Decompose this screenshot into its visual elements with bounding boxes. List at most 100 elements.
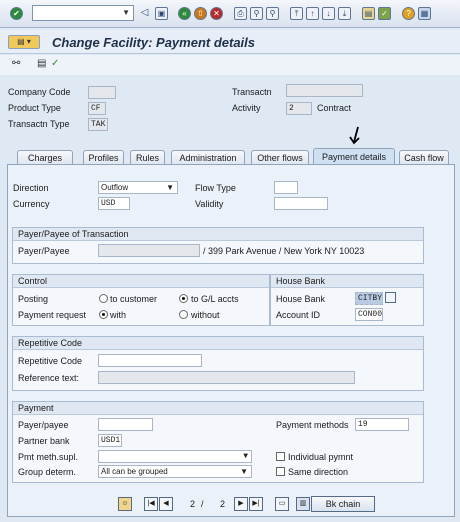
shortcut-icon[interactable]: ▤ <box>362 7 375 20</box>
display-change-icon[interactable]: ⚯ <box>12 58 20 69</box>
first-page-icon[interactable]: ⚲ <box>266 7 279 20</box>
transactn-label: Transactn <box>232 87 272 97</box>
tab-cash-flow[interactable]: Cash flow <box>399 150 449 165</box>
payment-methods-field[interactable]: 19 <box>355 418 409 431</box>
tab-payment-details[interactable]: Payment details <box>313 148 395 165</box>
without-label: without <box>191 310 220 320</box>
back-icon[interactable]: ◁ <box>138 7 151 20</box>
same-direction-label: Same direction <box>288 467 349 477</box>
chevron-down-icon[interactable]: ▼ <box>243 451 248 462</box>
page-current: 2 <box>190 499 196 509</box>
system-toolbar: ✔ ▼ ◁ ▣ « ⇧ ✕ ⎙ ⚲ ⚲ ⤒ ↑ ↓ ⤓ ▤ ✓ ? ▦ <box>0 0 460 28</box>
document-icon[interactable]: ▭ <box>275 497 289 511</box>
bank-icon[interactable]: ▥ <box>296 497 310 511</box>
tab-profiles[interactable]: Profiles <box>83 150 124 165</box>
find-icon[interactable]: ⎙ <box>234 7 247 20</box>
control-group-title: Control <box>13 275 269 288</box>
layout-icon[interactable]: ? <box>402 7 415 20</box>
payer-payee-payment-label: Payer/payee <box>18 420 69 430</box>
print-icon[interactable]: ✕ <box>210 7 223 20</box>
group-determ-dropdown[interactable]: All can be grouped ▼ <box>98 465 252 478</box>
payer-address: / 399 Park Avenue / New York NY 10023 <box>203 246 365 256</box>
payment-methods-label: Payment methods <box>276 420 349 430</box>
find-next-icon[interactable]: ⚲ <box>250 7 263 20</box>
product-type-field[interactable]: CF <box>88 102 106 115</box>
title-bar: ▤ ▾ Change Facility: Payment details <box>0 30 460 54</box>
flow-type-label: Flow Type <box>195 183 236 193</box>
with-label: with <box>110 310 127 320</box>
search-help-icon[interactable] <box>385 292 396 303</box>
next-page-icon[interactable]: ▶ <box>234 497 248 511</box>
menu-icon[interactable]: ▤ ▾ <box>8 35 40 49</box>
page-title: Change Facility: Payment details <box>52 35 256 50</box>
last-page-icon[interactable]: ↓ <box>322 7 335 20</box>
bk-chain-button[interactable]: Bk chain <box>311 496 375 512</box>
activity-label: Activity <box>232 103 261 113</box>
currency-label: Currency <box>13 199 50 209</box>
command-field[interactable]: ▼ <box>32 5 134 21</box>
house-bank-field[interactable]: CITBY <box>355 292 383 305</box>
individual-pymnt-checkbox[interactable] <box>276 452 285 461</box>
radio-without[interactable] <box>179 310 188 319</box>
enter-icon[interactable]: ✔ <box>10 7 23 20</box>
radio-to-customer[interactable] <box>99 294 108 303</box>
payer-payee-payment-field[interactable] <box>98 418 153 431</box>
same-direction-checkbox[interactable] <box>276 467 285 476</box>
chevron-down-icon[interactable]: ▼ <box>240 466 248 477</box>
application-toolbar: ⚯ ▤ ✓ <box>0 55 460 75</box>
company-code-field[interactable] <box>88 86 116 99</box>
transactn-type-field[interactable]: TAK <box>88 118 108 131</box>
chevron-down-icon[interactable]: ▼ <box>166 182 174 193</box>
radio-to-gl-accts[interactable] <box>179 294 188 303</box>
other-object-icon[interactable]: ▤ <box>37 58 46 69</box>
validity-label: Validity <box>195 199 224 209</box>
cancel-icon[interactable]: ⇧ <box>194 7 207 20</box>
activity-field[interactable]: 2 <box>286 102 312 115</box>
page-total: 2 <box>220 499 226 509</box>
radio-with[interactable] <box>99 310 108 319</box>
exit-icon[interactable]: « <box>178 7 191 20</box>
repetitive-code-field[interactable] <box>98 354 202 367</box>
pmt-meth-supl-dropdown[interactable]: ▼ <box>98 450 252 463</box>
validity-field[interactable] <box>274 197 328 210</box>
last-page-icon[interactable]: ▶| <box>249 497 263 511</box>
direction-dropdown[interactable]: Outflow ▼ <box>98 181 178 194</box>
payer-payee-group-title: Payer/Payee of Transaction <box>13 228 423 241</box>
next-page-icon[interactable]: ↑ <box>306 7 319 20</box>
transactn-field[interactable] <box>286 84 363 97</box>
payment-group-title: Payment <box>13 402 423 415</box>
save-icon[interactable]: ▣ <box>155 7 168 20</box>
person-icon[interactable]: ☺ <box>118 497 132 511</box>
check-icon[interactable]: ✓ <box>51 58 59 69</box>
account-id-label: Account ID <box>276 310 321 320</box>
arrow-down-icon <box>349 126 360 145</box>
tab-other-flows[interactable]: Other flows <box>251 150 309 165</box>
tab-charges[interactable]: Charges <box>17 150 73 165</box>
flow-type-field[interactable] <box>274 181 298 194</box>
new-session-icon[interactable]: ⤓ <box>338 7 351 20</box>
payer-payee-label: Payer/Payee <box>18 246 70 256</box>
transactn-type-label: Transactn Type <box>8 119 70 129</box>
prev-page-icon[interactable]: ⤒ <box>290 7 303 20</box>
repetitive-code-label: Repetitive Code <box>18 356 83 366</box>
first-page-icon[interactable]: |◀ <box>144 497 158 511</box>
reference-text-label: Reference text: <box>18 373 80 383</box>
reference-text-field[interactable] <box>98 371 355 384</box>
house-bank-group-title: House Bank <box>271 275 423 288</box>
tab-rules[interactable]: Rules <box>130 150 165 165</box>
payer-payee-field[interactable] <box>98 244 200 257</box>
group-determ-label: Group determ. <box>18 467 77 477</box>
individual-pymnt-label: Individual pymnt <box>288 452 354 462</box>
partner-bank-field[interactable]: USD1 <box>98 434 122 447</box>
house-bank-label: House Bank <box>276 294 326 304</box>
activity-text: Contract <box>317 103 352 113</box>
prev-page-icon[interactable]: ◀ <box>159 497 173 511</box>
currency-field[interactable]: USD <box>98 197 130 210</box>
account-id-field[interactable]: CON00 <box>355 308 383 321</box>
help-icon[interactable]: ✓ <box>378 7 391 20</box>
tab-administration[interactable]: Administration <box>171 150 245 165</box>
to-gl-accts-label: to G/L accts <box>191 294 239 304</box>
product-type-label: Product Type <box>8 103 61 113</box>
chevron-down-icon[interactable]: ▼ <box>122 8 130 17</box>
customize-icon[interactable]: ▦ <box>418 7 431 20</box>
